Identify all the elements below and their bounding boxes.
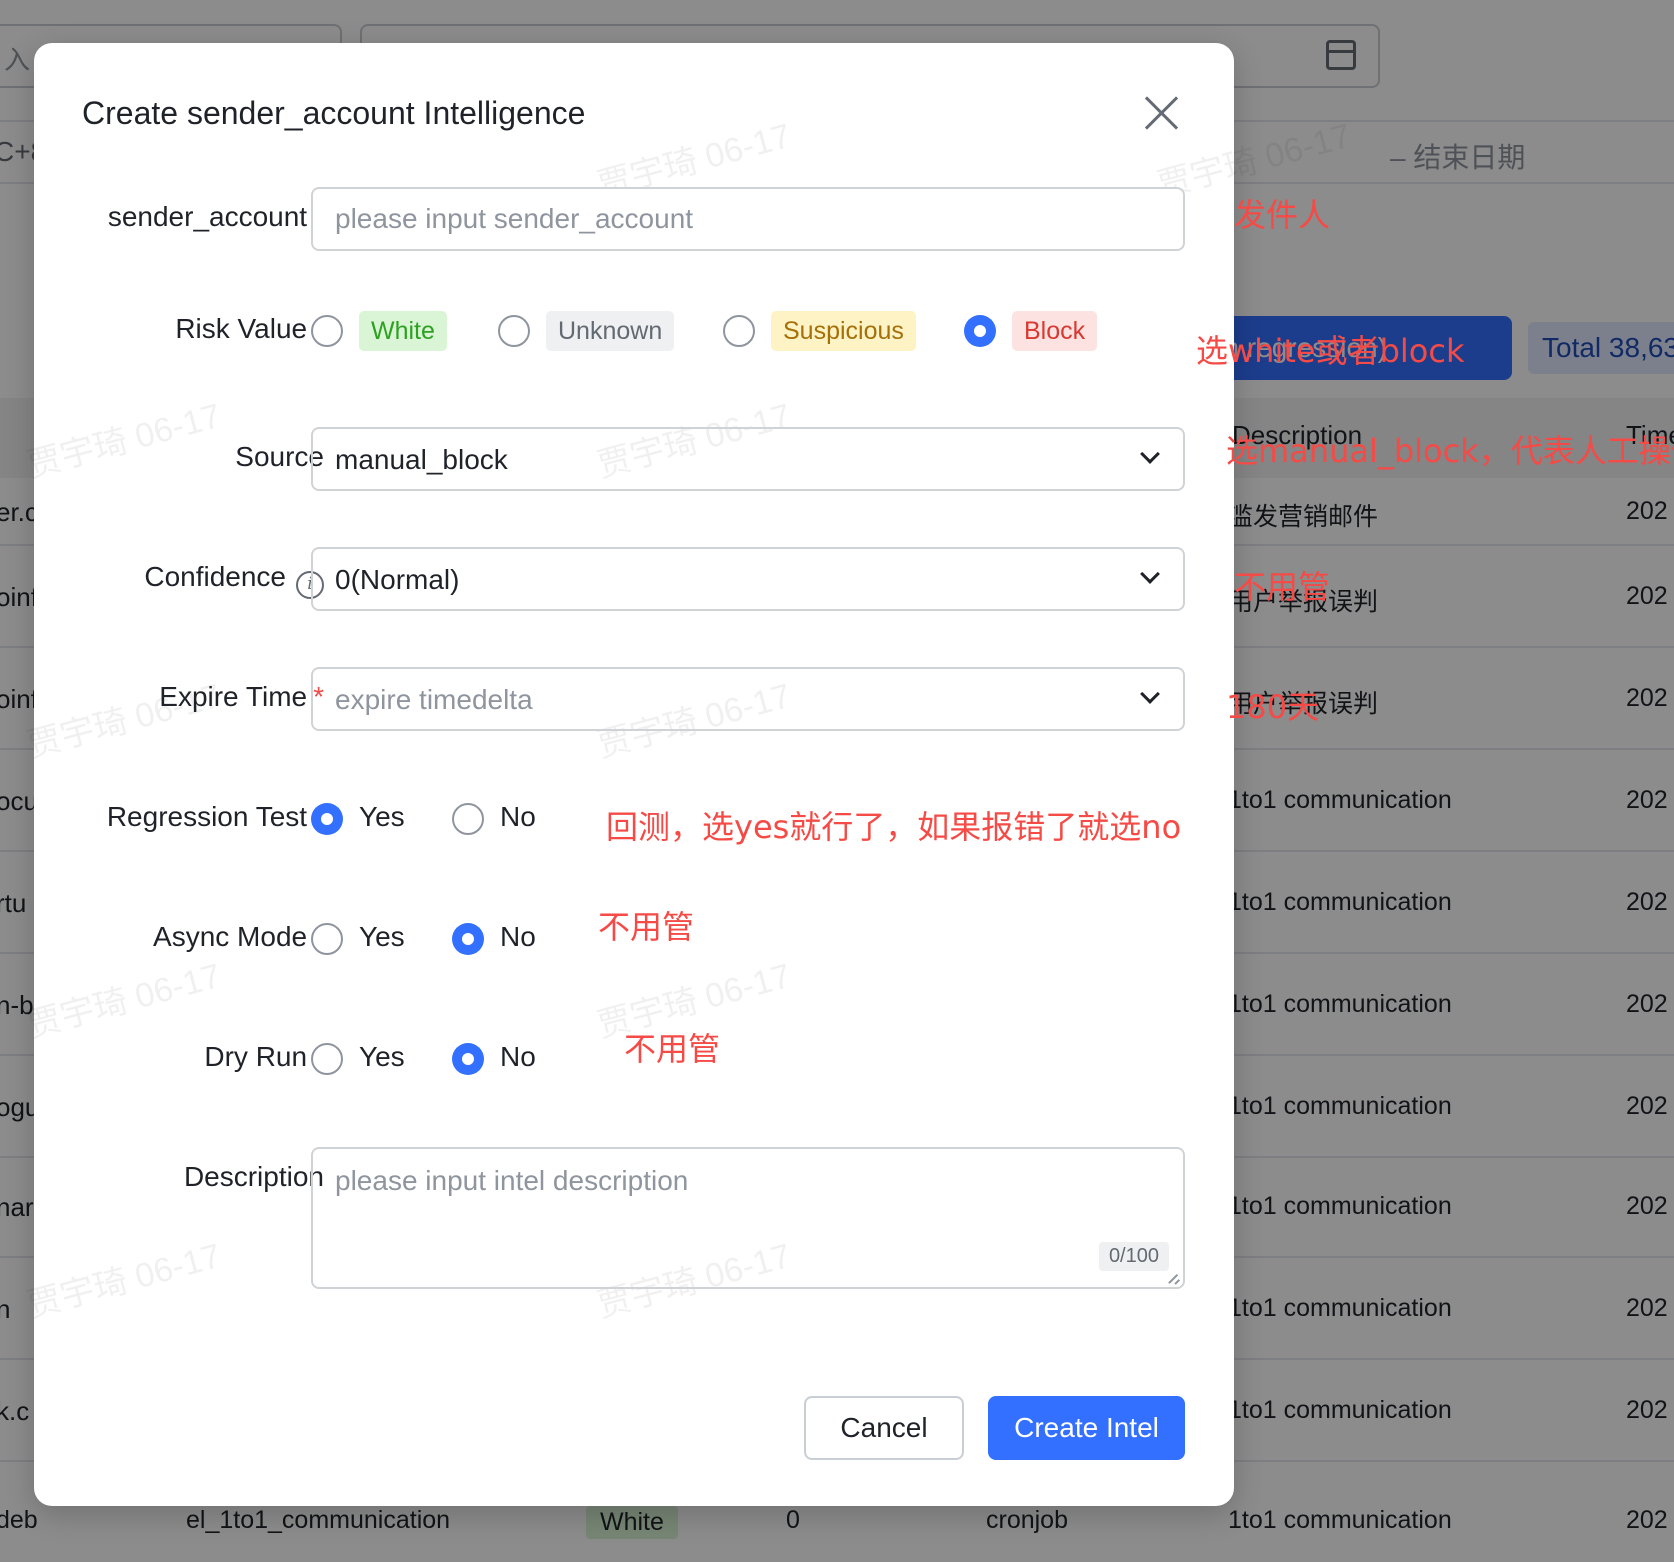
annotation-expire: 180天 [1226, 688, 1320, 726]
source-row: Source manual_block [34, 427, 1234, 491]
risk-tag-suspicious: Suspicious [771, 311, 916, 351]
radio-label-yes: Yes [359, 1041, 405, 1072]
radio-label-yes: Yes [359, 921, 405, 952]
chevron-down-icon [1140, 684, 1160, 704]
risk-tag-block: Block [1012, 311, 1098, 351]
confidence-row: Confidence i 0(Normal) [34, 547, 1234, 611]
resize-handle-icon[interactable] [1168, 1272, 1180, 1284]
annotation-dry-run: 不用管 [624, 1030, 721, 1068]
create-intel-button[interactable]: Create Intel [988, 1396, 1185, 1460]
radio-circle[interactable] [311, 1043, 343, 1075]
risk-value-row: Risk Value* White Unknown Suspicious Blo… [34, 299, 1234, 363]
close-icon[interactable] [1142, 93, 1182, 133]
confidence-select[interactable]: 0(Normal) [311, 547, 1185, 611]
radio-circle[interactable] [452, 803, 484, 835]
radio-label-no: No [500, 1041, 536, 1072]
radio-circle[interactable] [723, 315, 755, 347]
risk-value-label: Risk Value* [175, 313, 324, 345]
source-select[interactable]: manual_block [311, 427, 1185, 491]
modal-title: Create sender_account Intelligence [82, 95, 586, 131]
description-textarea[interactable] [313, 1149, 1183, 1287]
async-mode-label: Async Mode* [153, 921, 324, 953]
annotation-source: 选manual_block，代表人工操作 [1226, 432, 1674, 470]
annotation-async: 不用管 [598, 908, 695, 946]
description-field[interactable]: 0/100 [311, 1147, 1185, 1289]
create-intel-modal: 贾宇琦 06-17 贾宇琦 06-17 贾宇琦 06-17 贾宇琦 06-17 … [23, 43, 1355, 1506]
radio-label-no: No [500, 921, 536, 952]
confidence-label-text: Confidence [144, 561, 286, 592]
sender-account-row: sender_account* [34, 187, 1234, 251]
expire-time-select[interactable]: expire timedelta [311, 667, 1185, 731]
regression-test-label: Regression Test* [107, 801, 324, 833]
expire-time-label: Expire Time * [159, 681, 324, 713]
expire-time-label-text: Expire Time [159, 681, 308, 712]
chevron-down-icon [1140, 444, 1160, 464]
radio-circle-checked[interactable] [452, 1043, 484, 1075]
radio-label-no: No [500, 801, 536, 832]
expire-time-row: Expire Time * expire timedelta [34, 667, 1234, 731]
cancel-button[interactable]: Cancel [804, 1396, 964, 1460]
annotation-confidence: 不用管 [1234, 568, 1331, 606]
description-label: Description [183, 1161, 324, 1192]
radio-label-yes: Yes [359, 801, 405, 832]
radio-circle[interactable] [311, 315, 343, 347]
risk-tag-unknown: Unknown [546, 311, 675, 351]
radio-circle-checked[interactable] [964, 315, 996, 347]
sender-account-input[interactable] [311, 187, 1185, 251]
annotation-sender: 发件人 [1234, 196, 1331, 234]
sender-account-label: sender_account* [108, 201, 324, 233]
description-row: Description 0/100 [34, 1147, 1234, 1289]
async-mode-label-text: Async Mode [153, 921, 308, 952]
radio-circle-checked[interactable] [311, 803, 343, 835]
risk-value-label-text: Risk Value [175, 313, 308, 344]
chevron-down-icon [1140, 564, 1160, 584]
dry-run-label-text: Dry Run [204, 1041, 308, 1072]
dry-run-label: Dry Run* [204, 1041, 324, 1073]
risk-tag-white: White [359, 311, 447, 351]
radio-circle[interactable] [311, 923, 343, 955]
confidence-select-value: 0(Normal) [335, 564, 460, 595]
annotation-regression: 回测，选yes就行了，如果报错了就选no [606, 808, 1182, 846]
regression-test-label-text: Regression Test [106, 801, 308, 832]
expire-time-placeholder: expire timedelta [335, 684, 533, 715]
source-select-value: manual_block [335, 444, 508, 475]
confidence-label: Confidence i [144, 561, 324, 599]
radio-circle-checked[interactable] [452, 923, 484, 955]
radio-circle[interactable] [498, 315, 530, 347]
character-counter: 0/100 [1098, 1242, 1169, 1271]
annotation-risk: 选white或者block [1196, 332, 1465, 370]
sender-account-label-text: sender_account [107, 201, 308, 232]
